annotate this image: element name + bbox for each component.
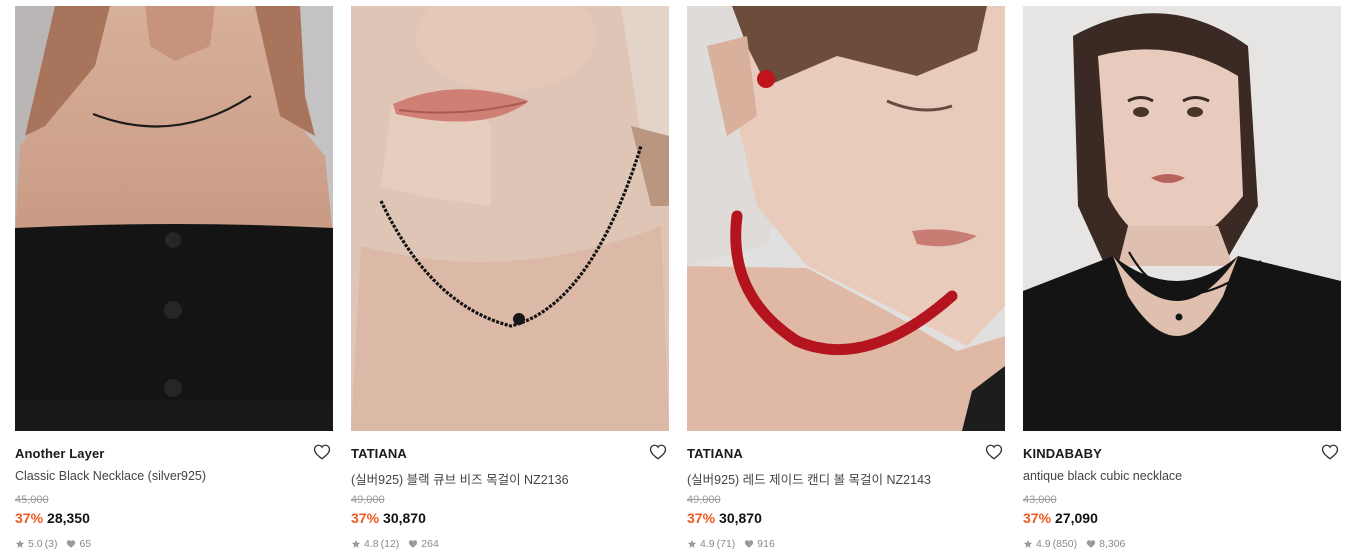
discount-rate: 37% — [351, 510, 380, 526]
discount-rate: 37% — [15, 510, 44, 526]
original-price: 49,000 — [687, 494, 721, 506]
heart-outline-icon[interactable] — [1321, 443, 1339, 461]
brand-name[interactable]: TATIANA — [351, 446, 407, 461]
product-meta: 4.8 (12) 264 — [351, 538, 439, 550]
likes-count: 916 — [757, 538, 775, 550]
heart-outline-icon[interactable] — [985, 443, 1003, 461]
product-card[interactable]: TATIANA (실버925) 블랙 큐브 비즈 목걸이 NZ2136 49,0… — [351, 6, 669, 558]
brand-name[interactable]: KINDABABY — [1023, 446, 1102, 461]
product-card[interactable]: KINDABABY antique black cubic necklace 4… — [1023, 6, 1341, 558]
product-name[interactable]: Classic Black Necklace (silver925) — [15, 469, 315, 483]
heart-filled-icon — [745, 540, 754, 548]
product-image[interactable] — [1023, 6, 1341, 431]
rating-value: 5.0 — [28, 538, 43, 550]
product-meta: 4.9 (71) 916 — [687, 538, 775, 550]
brand-name[interactable]: TATIANA — [687, 446, 743, 461]
product-name[interactable]: antique black cubic necklace — [1023, 469, 1323, 483]
star-icon — [1023, 539, 1033, 548]
heart-outline-icon[interactable] — [313, 443, 331, 461]
discount-rate: 37% — [1023, 510, 1052, 526]
brand-name[interactable]: Another Layer — [15, 446, 104, 461]
price-line: 37% 27,090 — [1023, 510, 1098, 526]
product-name[interactable]: (실버925) 블랙 큐브 비즈 목걸이 NZ2136 — [351, 469, 651, 488]
price-line: 37% 30,870 — [351, 510, 426, 526]
product-image[interactable] — [351, 6, 669, 431]
review-count: (3) — [44, 538, 58, 550]
product-meta: 5.0 (3) 65 — [15, 538, 91, 550]
discount-rate: 37% — [687, 510, 716, 526]
heart-filled-icon — [67, 540, 76, 548]
heart-outline-icon[interactable] — [649, 443, 667, 461]
original-price: 45,000 — [15, 494, 49, 506]
rating-value: 4.9 — [1036, 538, 1051, 550]
likes-count: 264 — [421, 538, 439, 550]
original-price: 43,000 — [1023, 494, 1057, 506]
sale-price: 28,350 — [47, 510, 90, 526]
rating-value: 4.8 — [364, 538, 379, 550]
product-grid: Another Layer Classic Black Necklace (si… — [0, 0, 1348, 558]
product-name[interactable]: (실버925) 레드 제이드 캔디 볼 목걸이 NZ2143 — [687, 469, 987, 488]
likes-count: 8,306 — [1099, 538, 1126, 550]
star-icon — [351, 539, 361, 548]
original-price: 49,000 — [351, 494, 385, 506]
product-image[interactable] — [687, 6, 1005, 431]
price-line: 37% 28,350 — [15, 510, 90, 526]
product-image[interactable] — [15, 6, 333, 431]
product-card[interactable]: Another Layer Classic Black Necklace (si… — [15, 6, 333, 558]
sale-price: 30,870 — [383, 510, 426, 526]
review-count: (12) — [380, 538, 400, 550]
product-meta: 4.9 (850) 8,306 — [1023, 538, 1125, 550]
review-count: (71) — [716, 538, 736, 550]
product-card[interactable]: TATIANA (실버925) 레드 제이드 캔디 볼 목걸이 NZ2143 4… — [687, 6, 1005, 558]
sale-price: 27,090 — [1055, 510, 1098, 526]
heart-filled-icon — [409, 540, 418, 548]
star-icon — [15, 539, 25, 548]
rating-value: 4.9 — [700, 538, 715, 550]
likes-count: 65 — [79, 538, 92, 550]
review-count: (850) — [1052, 538, 1078, 550]
star-icon — [687, 539, 697, 548]
sale-price: 30,870 — [719, 510, 762, 526]
price-line: 37% 30,870 — [687, 510, 762, 526]
heart-filled-icon — [1086, 540, 1096, 548]
